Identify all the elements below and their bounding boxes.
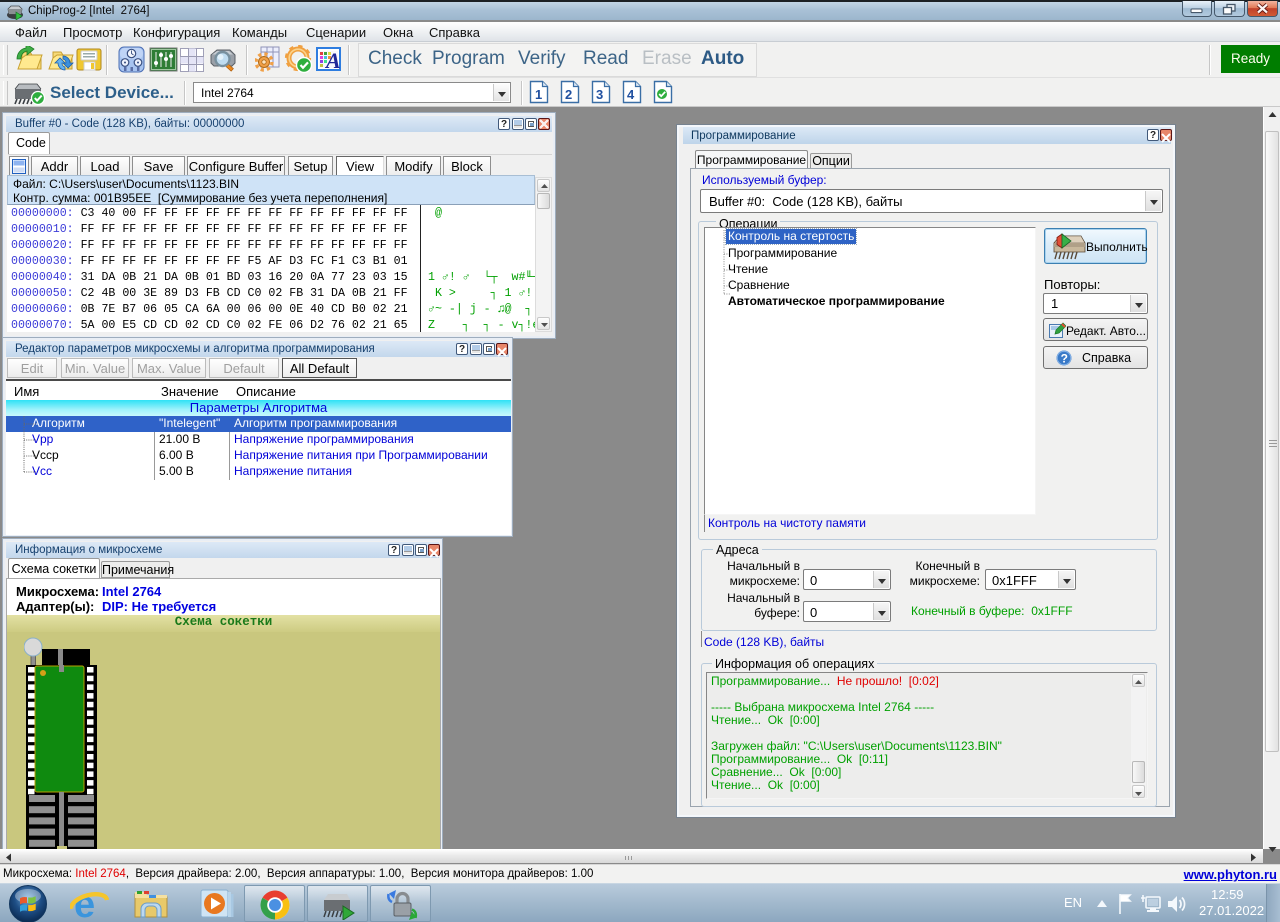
svg-text:4: 4 bbox=[627, 87, 635, 102]
svg-text:2: 2 bbox=[565, 87, 572, 102]
svg-text:e: e bbox=[74, 886, 95, 922]
svg-text:?: ? bbox=[1061, 352, 1068, 366]
svg-text:3: 3 bbox=[596, 87, 603, 102]
svg-text:1: 1 bbox=[535, 87, 542, 102]
svg-text:A: A bbox=[324, 48, 341, 73]
